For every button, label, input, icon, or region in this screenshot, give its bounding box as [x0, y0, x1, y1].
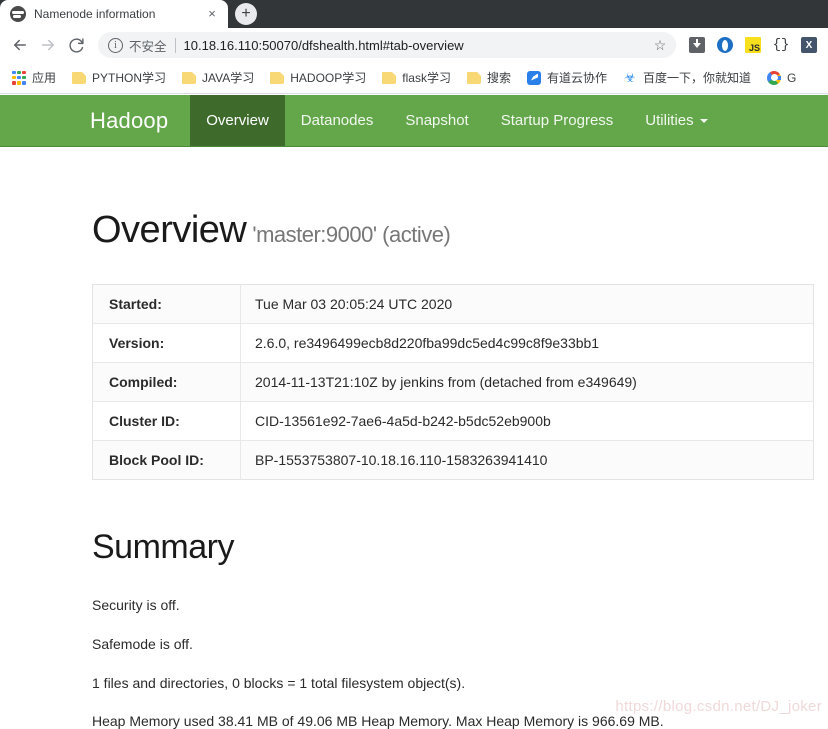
page-title-subtitle: 'master:9000' (active) [252, 222, 451, 247]
row-value: CID-13561e92-7ae6-4a5d-b242-b5dc52eb900b [255, 413, 551, 429]
nav-label: Snapshot [405, 112, 469, 129]
new-tab-button[interactable]: + [232, 0, 260, 28]
bookmarks-bar: 应用 PYTHON学习 JAVA学习 HADOOP学习 flask学习 搜索 有… [0, 62, 828, 94]
info-icon[interactable]: i [108, 37, 123, 53]
nav-item-datanodes[interactable]: Datanodes [285, 95, 390, 146]
folder-icon [182, 71, 197, 84]
row-value: 2014-11-13T21:10Z by jenkins from (detac… [255, 374, 637, 390]
bookmark-label: 有道云协作 [546, 71, 607, 85]
json-viewer-icon[interactable]: {} [768, 32, 794, 58]
summary-line: Heap Memory used 38.41 MB of 49.06 MB He… [92, 713, 664, 729]
page-title-text: Overview [92, 209, 247, 251]
browser-tab[interactable]: Namenode information × [0, 0, 228, 28]
table-row: Cluster ID: CID-13561e92-7ae6-4a5d-b242-… [92, 401, 814, 441]
divider [174, 37, 176, 53]
excel-icon[interactable]: X [796, 32, 822, 58]
extension-icons: JS {} X [682, 32, 822, 58]
summary-title: Summary [92, 528, 234, 566]
security-label: 不安全 [129, 39, 167, 54]
bookmark-python-xuexi[interactable]: PYTHON学习 [64, 66, 174, 89]
bookmark-label: HADOOP学习 [290, 71, 367, 85]
opera-icon[interactable] [712, 32, 738, 58]
summary-line: 1 files and directories, 0 blocks = 1 to… [92, 674, 466, 691]
row-label: Version: [92, 323, 241, 363]
close-icon[interactable]: × [204, 6, 220, 22]
row-label: Block Pool ID: [92, 440, 241, 480]
browser-toolbar: i 不安全 10.18.16.110:50070/dfshealth.html#… [0, 28, 828, 62]
summary-line: Security is off. [92, 597, 180, 613]
bookmark-flask-xuexi[interactable]: flask学习 [374, 66, 459, 89]
bookmark-label: JAVA学习 [202, 71, 255, 85]
folder-icon [382, 71, 397, 84]
youdao-icon [526, 70, 541, 85]
globe-icon [10, 6, 26, 22]
bookmark-hadoop-xuexi[interactable]: HADOOP学习 [262, 66, 374, 89]
bookmark-label: flask学习 [402, 71, 451, 85]
plus-icon: + [235, 3, 257, 25]
row-value: Tue Mar 03 20:05:24 UTC 2020 [255, 296, 453, 312]
nav-label: Utilities [645, 112, 694, 129]
folder-icon [72, 71, 87, 84]
page-title: Overview'master:9000' (active) [92, 147, 736, 252]
bookmark-google[interactable]: G [759, 68, 804, 88]
reload-icon[interactable] [62, 31, 90, 59]
row-value: 2.6.0, re3496499ecb8d220fba99dc5ed4c99c8… [255, 335, 600, 351]
table-row: Started: Tue Mar 03 20:05:24 UTC 2020 [92, 284, 814, 324]
bookmark-label: 百度一下，你就知道 [643, 71, 752, 85]
nav-item-snapshot[interactable]: Snapshot [389, 95, 484, 146]
bookmark-label: PYTHON学习 [92, 71, 167, 85]
bookmark-apps[interactable]: 应用 [4, 66, 64, 89]
content-container: Overview'master:9000' (active) Started: … [0, 147, 828, 729]
table-row: Block Pool ID: BP-1553753807-10.18.16.11… [92, 440, 814, 480]
bookmark-star-icon[interactable]: ☆ [648, 37, 672, 54]
folder-icon [270, 71, 285, 84]
back-icon[interactable] [6, 31, 34, 59]
bookmark-label: G [787, 70, 797, 85]
nav-item-overview[interactable]: Overview [190, 95, 285, 146]
nav-item-utilities[interactable]: Utilities [629, 95, 723, 146]
bookmark-java-xuexi[interactable]: JAVA学习 [174, 66, 262, 89]
nav-label: Startup Progress [500, 112, 614, 129]
chevron-down-icon [699, 118, 708, 123]
hadoop-navbar: Hadoop Overview Datanodes Snapshot Start… [0, 95, 828, 147]
javascript-toggle-icon[interactable]: JS [740, 32, 766, 58]
row-label: Cluster ID: [92, 401, 241, 441]
overview-table: Started: Tue Mar 03 20:05:24 UTC 2020 Ve… [92, 284, 814, 480]
browser-window: Namenode information × + i 不安全 10.18.16.… [0, 0, 828, 729]
url-text: 10.18.16.110:50070/dfshealth.html#tab-ov… [183, 37, 464, 53]
download-manager-icon[interactable] [684, 32, 710, 58]
summary-line: Safemode is off. [92, 635, 193, 652]
folder-icon [466, 71, 481, 84]
nav-label: Overview [206, 112, 269, 129]
address-bar[interactable]: i 不安全 10.18.16.110:50070/dfshealth.html#… [98, 32, 676, 58]
google-icon [767, 70, 782, 85]
bookmark-label: 应用 [32, 71, 57, 85]
row-label: Started: [92, 284, 241, 324]
table-row: Compiled: 2014-11-13T21:10Z by jenkins f… [92, 362, 814, 402]
baidu-paw-icon: ☣ [624, 69, 636, 85]
table-row: Version: 2.6.0, re3496499ecb8d220fba99dc… [92, 323, 814, 363]
row-value: BP-1553753807-10.18.16.110-1583263941410 [255, 452, 548, 468]
page-content: Overview'master:9000' (active) Started: … [0, 147, 828, 729]
bookmark-baidu[interactable]: ☣ 百度一下，你就知道 [615, 66, 759, 89]
bookmark-youdao[interactable]: 有道云协作 [519, 66, 615, 89]
page-viewport: Hadoop Overview Datanodes Snapshot Start… [0, 95, 828, 729]
bookmark-sousuo[interactable]: 搜索 [459, 66, 519, 89]
brand-hadoop[interactable]: Hadoop [78, 95, 190, 146]
row-label: Compiled: [92, 362, 241, 402]
bookmark-label: 搜索 [486, 71, 511, 85]
tab-title: Namenode information [34, 7, 156, 21]
tab-strip: Namenode information × + [0, 0, 828, 28]
forward-icon[interactable] [34, 31, 62, 59]
nav-label: Datanodes [300, 112, 374, 129]
nav-item-startup-progress[interactable]: Startup Progress [485, 95, 630, 146]
apps-grid-icon [12, 70, 26, 85]
